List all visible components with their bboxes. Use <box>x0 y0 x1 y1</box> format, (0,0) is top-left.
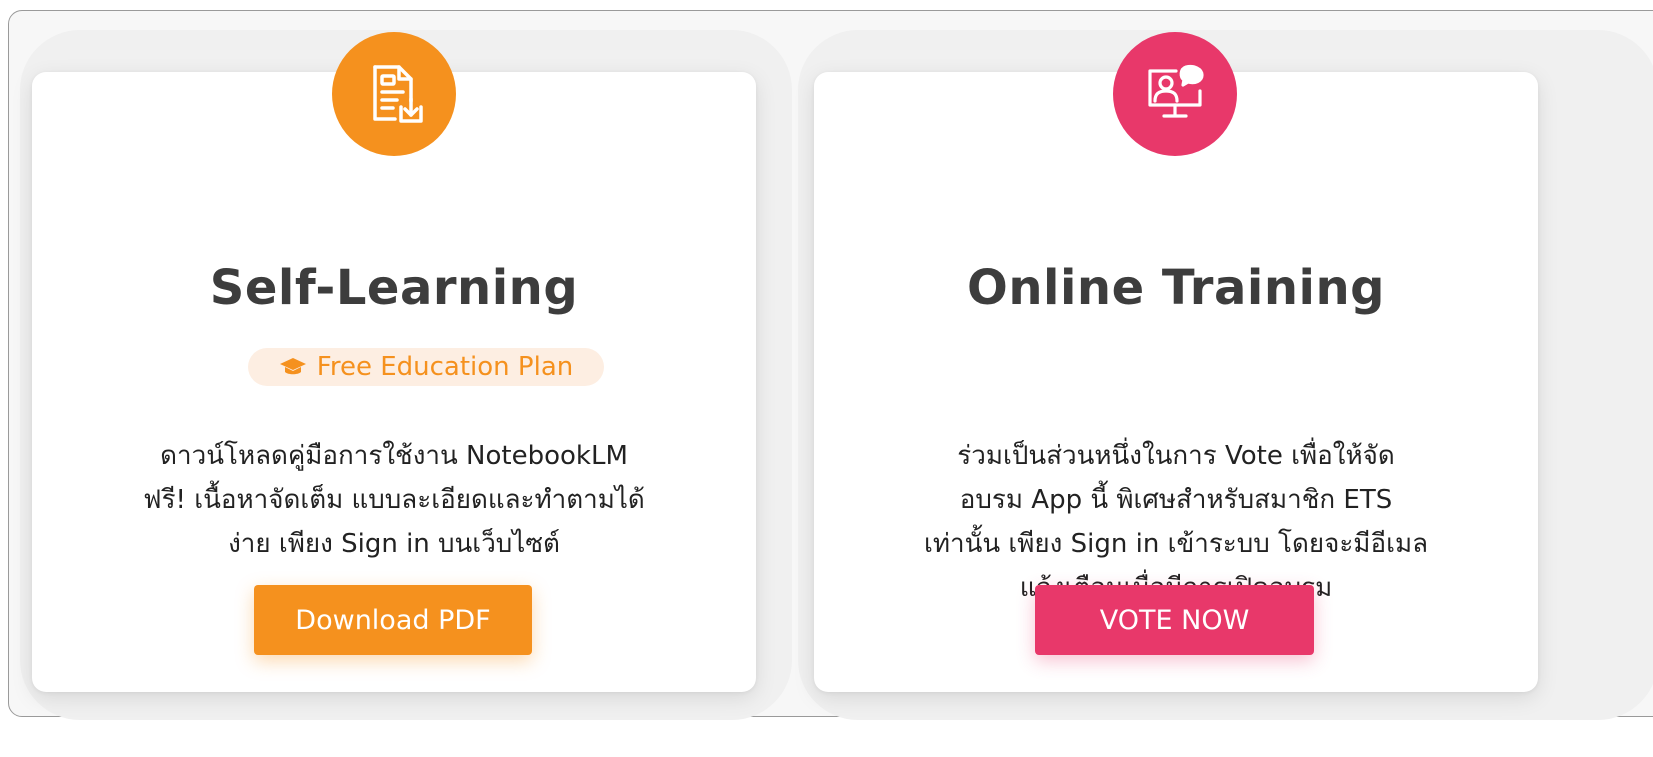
online-training-icon <box>1113 32 1237 156</box>
vote-now-button[interactable]: VOTE NOW <box>1035 585 1314 655</box>
description-line: ฟรี! เนื้อหาจัดเต็ม แบบละเอียดและทำตามได… <box>143 485 645 515</box>
description-line: ง่าย เพียง Sign in บนเว็บไซต์ <box>228 529 560 559</box>
description-line: ดาวน์โหลดคู่มือการใช้งาน NotebookLM <box>160 441 628 471</box>
document-download-icon <box>332 32 456 156</box>
free-education-plan-badge: Free Education Plan <box>248 348 604 386</box>
description-line: ร่วมเป็นส่วนหนึ่งในการ Vote เพื่อให้จัด <box>957 441 1395 471</box>
download-pdf-button[interactable]: Download PDF <box>254 585 532 655</box>
description-line: อบรม App นี้ พิเศษสำหรับสมาชิก ETS <box>959 485 1393 515</box>
card-title: Self-Learning <box>209 260 579 316</box>
card-title: Online Training <box>967 260 1385 316</box>
description-line: เท่านั้น เพียง Sign in เข้าระบบ โดยจะมีอ… <box>923 529 1429 559</box>
card-description: ร่วมเป็นส่วนหนึ่งในการ Vote เพื่อให้จัด … <box>814 434 1538 610</box>
card-description: ดาวน์โหลดคู่มือการใช้งาน NotebookLM ฟรี!… <box>32 434 756 566</box>
graduation-cap-icon <box>279 358 306 375</box>
badge-label: Free Education Plan <box>316 352 574 382</box>
